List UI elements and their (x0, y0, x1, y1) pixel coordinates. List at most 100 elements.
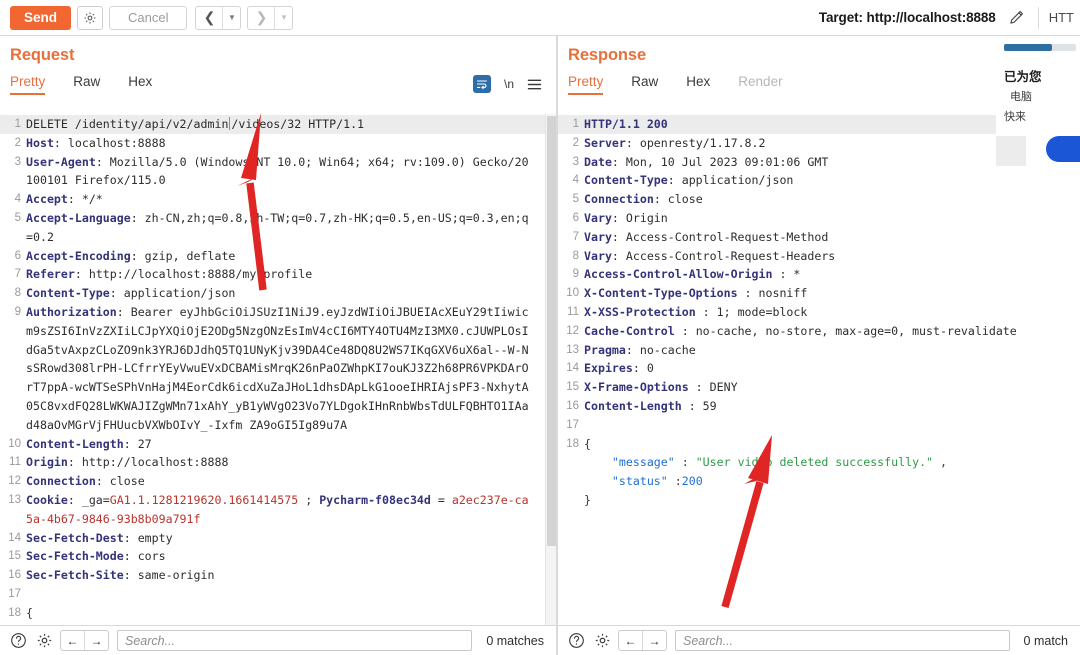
pencil-icon[interactable] (1006, 7, 1028, 29)
line-number: 8 (14, 287, 21, 300)
cancel-button[interactable]: Cancel (109, 5, 188, 30)
tab-response-raw[interactable]: Raw (631, 74, 658, 95)
arrow-right-icon[interactable]: → (643, 631, 666, 650)
code-line: 5 Accept-Language: zh-CN,zh;q=0.8,zh-TW;q… (0, 209, 545, 247)
code-text: Sec-Fetch-Dest: empty (26, 530, 173, 545)
line-number: 5 (14, 211, 21, 224)
code-text: Vary: Access-Control-Request-Headers (584, 248, 836, 263)
code-line: 6 Accept-Encoding: gzip, deflate (0, 247, 545, 266)
target-label: Target: http://localhost:8888 (818, 10, 996, 25)
code-text: Content-Type: application/json (26, 286, 236, 301)
code-text: Vary: Access-Control-Request-Method (584, 229, 829, 244)
line-number: 13 (8, 493, 21, 506)
line-number: 16 (8, 569, 21, 582)
search-input[interactable]: Search... (117, 630, 473, 651)
line-number: 9 (14, 305, 21, 318)
code-text: Referer: http://localhost:8888/my-profil… (26, 267, 313, 282)
tab-request-hex[interactable]: Hex (128, 74, 152, 95)
code-line: 11 X-XSS-Protection : 1; mode=block (558, 303, 1080, 322)
gear-icon[interactable] (34, 631, 54, 651)
code-text: Sec-Fetch-Site: same-origin (26, 568, 215, 583)
code-line: 10 Content-Length: 27 (0, 435, 545, 454)
code-line: 17 (0, 585, 545, 604)
line-number: 6 (14, 249, 21, 262)
code-text: Server: openresty/1.17.8.2 (584, 135, 766, 150)
arrow-left-icon[interactable]: ← (61, 631, 84, 650)
line-number: 5 (572, 193, 579, 206)
match-count-label: 0 match (1023, 633, 1068, 648)
request-statusbar: ← → Search... 0 matches (0, 625, 556, 655)
search-input[interactable]: Search... (675, 630, 1010, 651)
request-scrollbar[interactable] (545, 114, 556, 625)
gear-icon[interactable] (592, 631, 612, 651)
caret-down-icon-back[interactable]: ▼ (223, 7, 240, 29)
tab-request-pretty[interactable]: Pretty (10, 74, 46, 95)
line-number: 17 (8, 587, 21, 600)
code-line: 17 (558, 416, 1080, 435)
request-tabs: Pretty Raw Hex \n (0, 69, 556, 95)
nav-forward-group[interactable]: ❯ ▼ (247, 5, 294, 30)
code-text: Access-Control-Allow-Origin : * (584, 267, 801, 282)
request-code-area[interactable]: 1 DELETE /identity/api/v2/admin/videos/32… (0, 114, 556, 625)
code-text: { (26, 605, 33, 620)
help-circle-icon[interactable] (566, 631, 586, 651)
line-number: 18 (566, 437, 579, 450)
line-number: 11 (9, 456, 21, 469)
nav-back-group[interactable]: ❮ ▼ (195, 5, 242, 30)
code-text: DELETE /identity/api/v2/admin/videos/32 … (26, 117, 365, 131)
code-line: 1 DELETE /identity/api/v2/admin/videos/32… (0, 115, 545, 134)
overlay-title: 已为您 (1004, 69, 1042, 84)
request-title: Request (10, 46, 75, 64)
send-button[interactable]: Send (10, 5, 72, 30)
line-number: 9 (572, 268, 579, 281)
code-line: 12 Connection: close (0, 472, 545, 491)
progress-bar-track (1004, 44, 1076, 51)
line-number: 3 (14, 155, 21, 168)
line-number: 18 (8, 606, 21, 619)
line-number: 12 (8, 475, 21, 488)
arrow-left-icon[interactable]: ← (619, 631, 642, 650)
chevron-left-icon[interactable]: ❮ (196, 7, 222, 29)
code-text: Sec-Fetch-Mode: cors (26, 549, 166, 564)
gear-icon[interactable] (77, 5, 104, 30)
code-text: Accept: */* (26, 192, 103, 207)
code-text: User-Agent: Mozilla/5.0 (Windows NT 10.0… (26, 154, 529, 188)
text-wrap-icon[interactable] (472, 75, 491, 93)
newline-toggle[interactable]: \n (504, 77, 514, 91)
line-number: 7 (14, 268, 21, 281)
tab-response-render[interactable]: Render (738, 74, 782, 95)
help-circle-icon[interactable] (8, 631, 28, 651)
code-text: Vary: Origin (584, 210, 668, 225)
request-pane: Request Pretty Raw Hex \n 1 DELETE /iden… (0, 36, 556, 655)
popup-overlay-panel[interactable]: 已为您 电脑 快来 (996, 36, 1080, 276)
code-text: } (584, 492, 591, 507)
hamburger-menu-icon[interactable] (527, 78, 542, 91)
code-text: Cache-Control : no-cache, no-store, max-… (584, 323, 1017, 338)
code-line: 3 User-Agent: Mozilla/5.0 (Windows NT 10.… (0, 153, 545, 191)
code-text: Cookie: _ga=GA1.1.1281219620.1661414575 … (26, 492, 529, 526)
chevron-right-icon[interactable]: ❯ (248, 7, 274, 29)
tab-response-hex[interactable]: Hex (686, 74, 710, 95)
request-scrollbar-thumb[interactable] (547, 116, 556, 546)
progress-bar-fill (1004, 44, 1052, 51)
arrow-right-icon[interactable]: → (85, 631, 108, 650)
overlay-action-button[interactable] (1046, 136, 1080, 162)
code-line: 18 { (0, 604, 545, 623)
line-number: 3 (572, 155, 579, 168)
http-version-label: HTT (1048, 10, 1074, 25)
search-nav-group: ← → (618, 630, 667, 651)
line-number: 13 (566, 343, 579, 356)
code-text: Origin: http://localhost:8888 (26, 455, 229, 470)
code-line: 10 X-Content-Type-Options : nosniff (558, 284, 1080, 303)
line-number: 12 (566, 324, 579, 337)
line-number: 15 (8, 550, 21, 563)
line-number: 15 (566, 381, 579, 394)
caret-down-icon-forward[interactable]: ▼ (275, 7, 292, 29)
tab-response-pretty[interactable]: Pretty (568, 74, 604, 95)
tab-request-raw[interactable]: Raw (73, 74, 100, 95)
code-line: 18 { (558, 435, 1080, 454)
toolbar-divider (1037, 6, 1039, 29)
code-line: 4 Accept: */* (0, 190, 545, 209)
code-text: "message" : "User video deleted successf… (611, 455, 947, 470)
search-nav-group: ← → (60, 630, 109, 651)
